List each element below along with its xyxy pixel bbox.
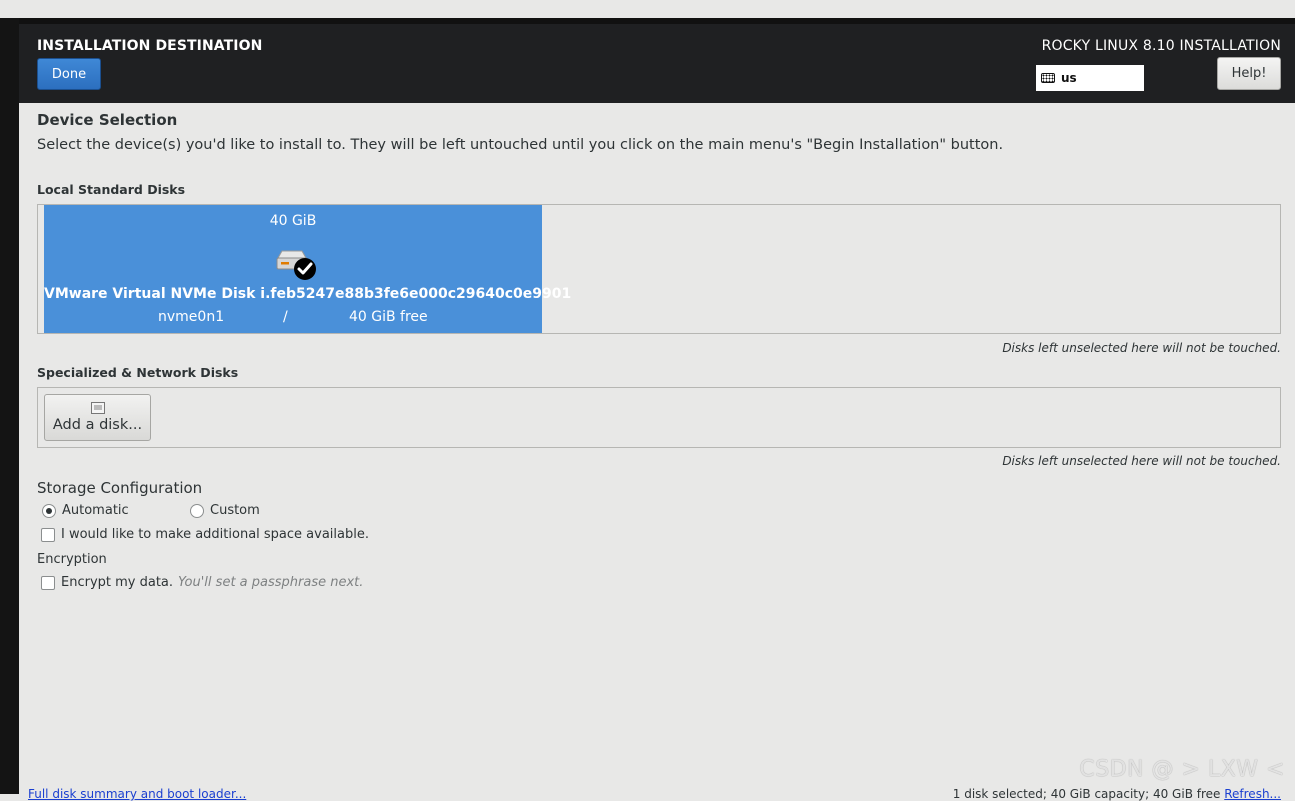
disk-status-summary: 1 disk selected; 40 GiB capacity; 40 GiB… [953, 787, 1281, 801]
additional-space-label: I would like to make additional space av… [61, 527, 369, 542]
custom-label: Custom [210, 503, 260, 518]
disk-free-space: 40 GiB free [349, 309, 428, 325]
keyboard-layout-label: us [1061, 71, 1077, 85]
device-selection-heading: Device Selection [37, 111, 178, 129]
encrypt-hint: You'll set a passphrase next. [178, 575, 364, 590]
disk-name: VMware Virtual NVMe Disk i.feb5247e88b3f… [44, 286, 572, 302]
automatic-radio-option[interactable]: Automatic [42, 503, 129, 518]
disk-size: 40 GiB [269, 213, 317, 229]
network-disks-heading: Specialized & Network Disks [37, 365, 239, 380]
add-disk-label: Add a disk... [52, 417, 143, 433]
window-left-border [0, 18, 19, 794]
encryption-heading: Encryption [37, 552, 107, 567]
network-disks-panel: Add a disk... [37, 387, 1281, 448]
additional-space-option[interactable]: I would like to make additional space av… [41, 527, 369, 542]
watermark: CSDN @ > LXW < [1079, 757, 1285, 782]
page-title: INSTALLATION DESTINATION [37, 38, 263, 54]
disk-device: nvme0n1 [158, 309, 225, 325]
local-disks-panel: 40 GiB VMware Virtual NVMe Disk i.feb524… [37, 204, 1281, 334]
disk-tile[interactable]: 40 GiB VMware Virtual NVMe Disk i.feb524… [44, 205, 572, 333]
window-top-strip [0, 0, 1295, 18]
refresh-link[interactable]: Refresh... [1224, 787, 1281, 801]
automatic-label: Automatic [62, 503, 129, 518]
keyboard-icon [1041, 73, 1055, 83]
network-disks-note: Disks left unselected here will not be t… [1002, 454, 1281, 468]
keyboard-layout-indicator[interactable]: us [1036, 65, 1144, 91]
help-button[interactable]: Help! [1217, 57, 1281, 90]
product-title: ROCKY LINUX 8.10 INSTALLATION [1041, 38, 1281, 54]
main-content: Device Selection Select the device(s) yo… [19, 103, 1295, 801]
hard-disk-selected-icon [276, 250, 316, 280]
add-disk-icon [91, 402, 105, 414]
custom-radio-option[interactable]: Custom [190, 503, 260, 518]
encrypt-label: Encrypt my data. [61, 575, 174, 590]
storage-config-heading: Storage Configuration [37, 479, 203, 497]
local-disks-note: Disks left unselected here will not be t… [1002, 341, 1281, 355]
disk-separator: / [283, 309, 288, 325]
encrypt-option[interactable]: Encrypt my data. You'll set a passphrase… [41, 575, 363, 590]
local-disks-heading: Local Standard Disks [37, 182, 186, 197]
disk-summary-link[interactable]: Full disk summary and boot loader... [28, 787, 246, 801]
encrypt-checkbox[interactable] [41, 575, 55, 590]
done-button[interactable]: Done [37, 58, 101, 90]
automatic-radio[interactable] [42, 503, 56, 518]
additional-space-checkbox[interactable] [41, 527, 55, 542]
disk-status-text: 1 disk selected; 40 GiB capacity; 40 GiB… [952, 787, 1221, 801]
custom-radio[interactable] [190, 503, 204, 518]
header-bar: INSTALLATION DESTINATION Done ROCKY LINU… [19, 18, 1295, 103]
device-selection-description: Select the device(s) you'd like to insta… [37, 137, 1004, 153]
add-disk-button[interactable]: Add a disk... [44, 394, 151, 441]
